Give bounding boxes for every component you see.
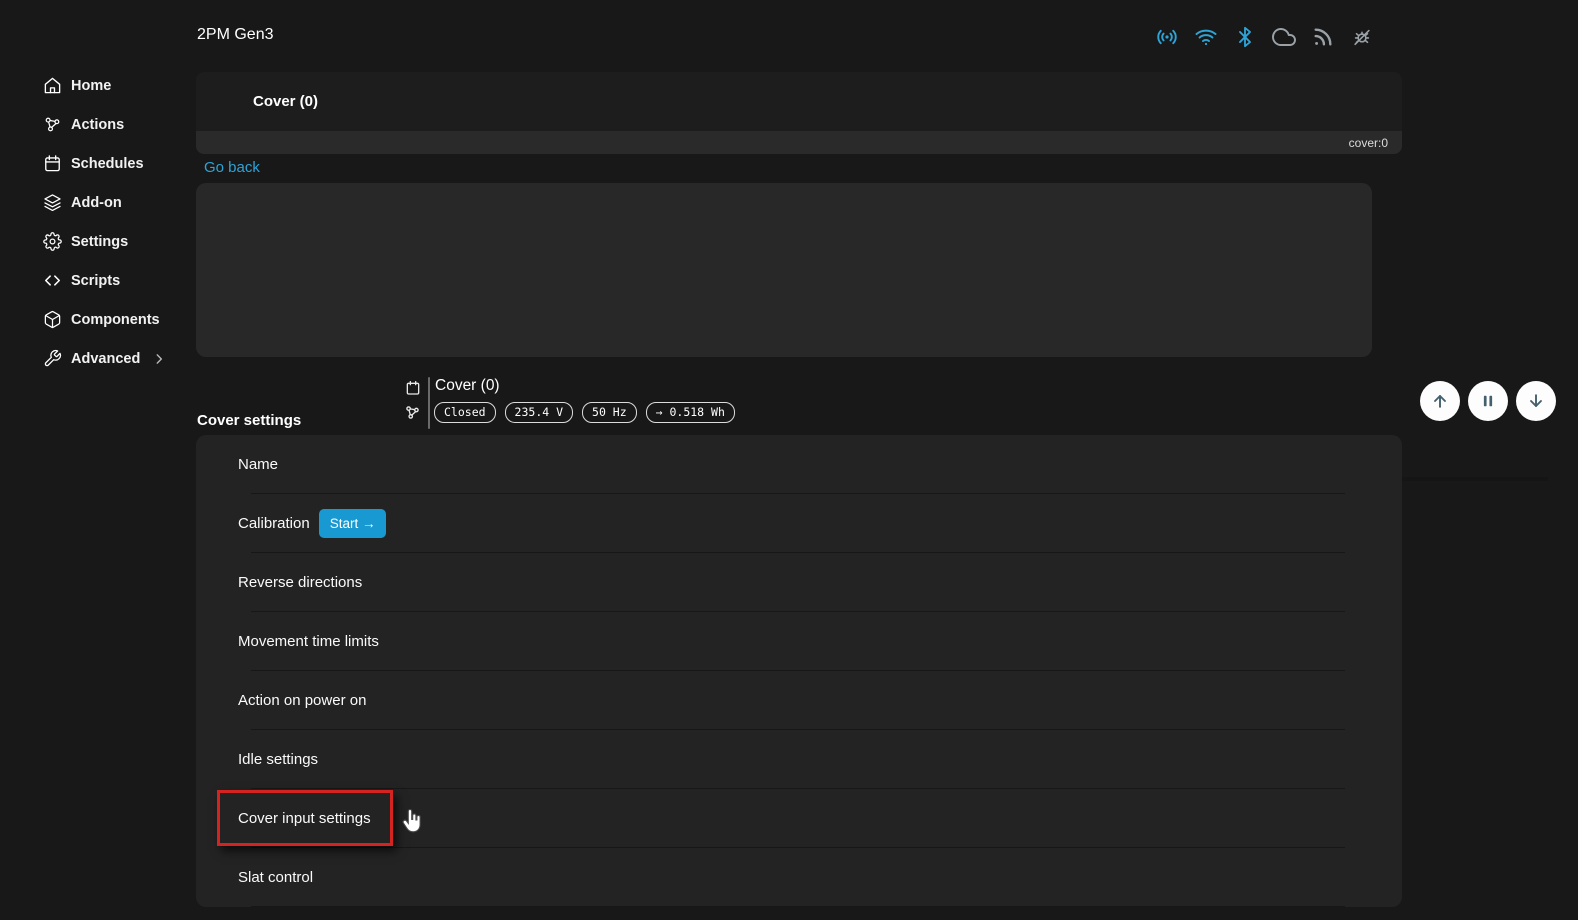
actions-icon	[42, 115, 62, 135]
box-icon	[42, 310, 62, 330]
sidebar-item-label: Home	[71, 78, 111, 94]
calendar-icon[interactable]	[405, 380, 421, 396]
cover-id-tag: cover:0	[1349, 136, 1388, 150]
sidebar: Home Actions Schedules	[0, 66, 180, 378]
sidebar-item-components[interactable]: Components	[0, 300, 180, 339]
cover-panel-strip: cover:0	[196, 131, 1402, 154]
debug-disabled-icon	[1350, 25, 1374, 49]
ap-mode-icon	[1155, 25, 1179, 49]
sidebar-item-label: Settings	[71, 234, 128, 250]
cover-control-card: Cover (0) Closed 235.4 V 50 Hz → 0.518 W…	[196, 183, 1372, 357]
open-cover-button[interactable]	[1420, 381, 1460, 421]
sidebar-item-label: Schedules	[71, 156, 144, 172]
cover-settings-card: Name Calibration Start → Reverse directi…	[196, 435, 1402, 907]
cover-panel-title[interactable]: Cover (0)	[196, 72, 1402, 131]
sidebar-item-label: Actions	[71, 117, 124, 133]
cover-card-title: Cover (0)	[435, 377, 500, 395]
go-back-link[interactable]: Go back	[204, 159, 260, 176]
settings-row-movement-time-limits[interactable]: Movement time limits	[196, 612, 1402, 670]
status-badge: Closed	[434, 402, 496, 423]
sidebar-item-label: Scripts	[71, 273, 120, 289]
layers-icon	[42, 193, 62, 213]
settings-row-reverse-directions[interactable]: Reverse directions	[196, 553, 1402, 611]
vertical-divider	[428, 377, 430, 429]
cover-settings-heading: Cover settings	[197, 412, 301, 429]
cover-buttons	[1420, 381, 1556, 421]
divider	[251, 906, 1345, 907]
settings-row-cover-input-settings[interactable]: Cover input settings	[196, 789, 1402, 847]
sidebar-item-settings[interactable]: Settings	[0, 222, 180, 261]
code-icon	[42, 271, 62, 291]
sidebar-item-label: Components	[71, 312, 160, 328]
page-title: 2PM Gen3	[197, 26, 273, 44]
close-cover-button[interactable]	[1516, 381, 1556, 421]
voltage-badge: 235.4 V	[505, 402, 573, 423]
settings-row-idle-settings[interactable]: Idle settings	[196, 730, 1402, 788]
sidebar-item-actions[interactable]: Actions	[0, 105, 180, 144]
sidebar-item-label: Advanced	[71, 351, 140, 367]
sidebar-item-advanced[interactable]: Advanced	[0, 339, 180, 378]
sidebar-item-schedules[interactable]: Schedules	[0, 144, 180, 183]
home-icon	[42, 76, 62, 96]
energy-badge: → 0.518 Wh	[646, 402, 735, 423]
cloud-icon	[1272, 25, 1296, 49]
pause-icon	[1479, 392, 1497, 410]
arrow-down-icon	[1526, 391, 1546, 411]
sidebar-item-label: Add-on	[71, 195, 122, 211]
calendar-icon	[42, 154, 62, 174]
cover-status-badges: Closed 235.4 V 50 Hz → 0.518 Wh	[434, 402, 735, 423]
settings-row-calibration[interactable]: Calibration Start →	[196, 494, 1402, 552]
sidebar-item-scripts[interactable]: Scripts	[0, 261, 180, 300]
settings-row-action-on-power-on[interactable]: Action on power on	[196, 671, 1402, 729]
arrow-up-icon	[1430, 391, 1450, 411]
actions-icon[interactable]	[404, 404, 421, 421]
wifi-icon	[1194, 25, 1218, 49]
sidebar-item-addon[interactable]: Add-on	[0, 183, 180, 222]
pause-cover-button[interactable]	[1468, 381, 1508, 421]
chevron-right-icon	[152, 352, 166, 366]
wrench-icon	[42, 349, 62, 369]
calibration-start-button[interactable]: Start →	[319, 509, 387, 538]
cover-list-panel: Cover (0) cover:0	[196, 72, 1402, 154]
gear-icon	[42, 232, 62, 252]
mqtt-icon	[1311, 25, 1335, 49]
settings-row-name[interactable]: Name	[196, 435, 1402, 493]
bluetooth-icon	[1233, 25, 1257, 49]
sidebar-item-home[interactable]: Home	[0, 66, 180, 105]
status-icon-bar	[1155, 25, 1374, 49]
app-root: 2PM Gen3	[0, 0, 1578, 920]
frequency-badge: 50 Hz	[582, 402, 637, 423]
settings-row-slat-control[interactable]: Slat control	[196, 848, 1402, 906]
